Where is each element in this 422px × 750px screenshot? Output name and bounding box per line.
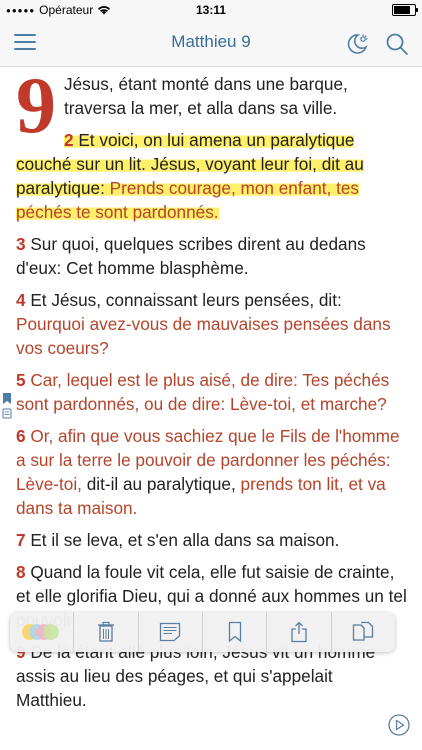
verse-3[interactable]: 3 Sur quoi, quelques scribes dirent au d… bbox=[16, 232, 408, 280]
play-audio-icon[interactable] bbox=[388, 714, 410, 736]
verse-text: De là étant allé plus loin, Jésus vit un… bbox=[16, 642, 376, 710]
bookmark-marker-icon[interactable] bbox=[2, 392, 12, 422]
verse-text: Et il se leva, et s'en alla dans sa mais… bbox=[30, 530, 340, 550]
highlight-color-swatch bbox=[42, 624, 59, 640]
verse-4[interactable]: 4 Et Jésus, connaissant leurs pensées, d… bbox=[16, 288, 408, 360]
verse-number: 4 bbox=[16, 290, 31, 310]
search-icon[interactable] bbox=[384, 31, 410, 57]
verse-action-toolbar bbox=[10, 612, 395, 652]
verse-2[interactable]: 2 Et voici, on lui amena un paralytique … bbox=[16, 128, 408, 224]
words-of-jesus-text: Car, lequel est le plus aisé, de dire: T… bbox=[16, 370, 390, 414]
verse-7[interactable]: 7 Et il se leva, et s'en alla dans sa ma… bbox=[16, 528, 408, 552]
verse-number: 3 bbox=[16, 234, 31, 254]
verse-number: 7 bbox=[16, 530, 31, 550]
note-icon bbox=[160, 622, 181, 642]
verse-number: 6 bbox=[16, 426, 31, 446]
share-button[interactable] bbox=[267, 612, 332, 652]
verse-5[interactable]: 5 Car, lequel est le plus aisé, de dire:… bbox=[16, 368, 408, 416]
verse-text: Et Jésus, connaissant leurs pensées, dit… bbox=[30, 290, 342, 310]
status-bar: ●●●●● Opérateur 13:11 bbox=[0, 0, 422, 20]
nav-bar: Matthieu 9 bbox=[0, 20, 422, 67]
note-button[interactable] bbox=[139, 612, 203, 652]
bookmark-button[interactable] bbox=[203, 612, 268, 652]
trash-icon bbox=[97, 621, 114, 642]
status-right bbox=[392, 4, 418, 16]
delete-button[interactable] bbox=[74, 612, 139, 652]
status-time: 13:11 bbox=[195, 3, 227, 17]
share-icon bbox=[291, 621, 307, 643]
copy-button[interactable] bbox=[332, 612, 395, 652]
battery-fill bbox=[394, 6, 411, 14]
words-of-jesus-text: Pourquoi avez-vous de mauvaises pensées … bbox=[16, 314, 391, 358]
copy-icon bbox=[353, 621, 374, 641]
verse-number: 2 bbox=[64, 130, 79, 150]
night-mode-icon[interactable] bbox=[344, 31, 370, 57]
verse-number: 8 bbox=[16, 562, 31, 582]
bookmark-icon bbox=[228, 621, 241, 643]
verse-number: 5 bbox=[16, 370, 31, 390]
highlight-color-button[interactable] bbox=[10, 612, 75, 652]
chapter-number: 9 bbox=[16, 66, 56, 150]
verse-text: Sur quoi, quelques scribes dirent au ded… bbox=[16, 234, 366, 278]
verse-text: dit-il au paralytique, bbox=[81, 474, 241, 494]
verse-1[interactable]: Jésus, étant monté dans une barque, trav… bbox=[16, 66, 408, 120]
battery-icon bbox=[392, 4, 418, 16]
verse-6[interactable]: 6 Or, afin que vous sachiez que le Fils … bbox=[16, 424, 408, 520]
verse-text: Jésus, étant monté dans une barque, trav… bbox=[64, 74, 348, 118]
highlight-colors-icon bbox=[21, 622, 62, 642]
